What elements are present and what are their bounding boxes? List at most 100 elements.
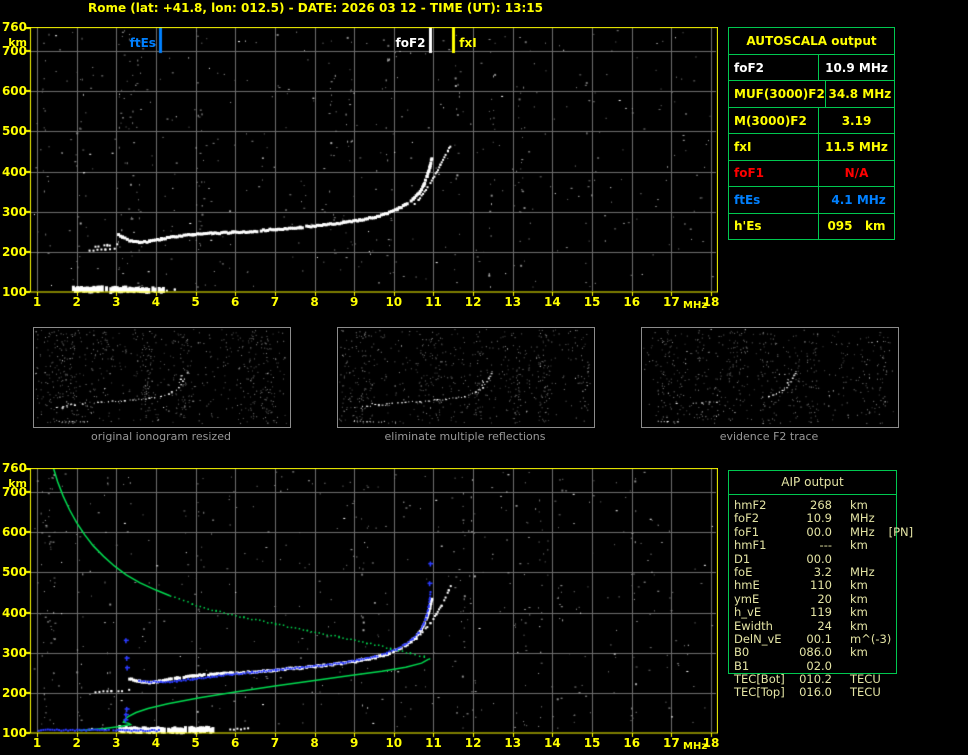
y-axis-tick: 600 xyxy=(1,525,27,540)
y-axis-tick: 200 xyxy=(1,244,27,259)
autoscala-row-value: 4.1 MHz xyxy=(827,192,886,207)
y-axis-tick: 500 xyxy=(1,565,27,580)
aip-row-value: 20 xyxy=(817,591,832,606)
x-axis-tick: 4 xyxy=(151,736,161,750)
page-title: Rome (lat: +41.8, lon: 012.5) - DATE: 20… xyxy=(88,1,543,15)
autoscala-row-value: N/A xyxy=(844,166,869,181)
x-axis-tick: 15 xyxy=(583,736,601,750)
x-axis-tick: 18 xyxy=(702,736,720,750)
aip-panel-title: AIP output xyxy=(729,471,896,495)
aip-row-label: h_vE xyxy=(734,605,762,620)
aip-row: h_vE 119 km xyxy=(734,605,934,620)
aip-row-value: 016.0 xyxy=(799,685,832,700)
x-axis-tick: 6 xyxy=(231,295,240,309)
aip-row: Ewidth 24 km xyxy=(734,618,934,633)
aip-row-label: B0 xyxy=(734,645,750,660)
aip-row-extra: [PN] xyxy=(888,524,914,539)
aip-row-label: B1 xyxy=(734,658,750,673)
aip-row-value: 3.2 xyxy=(813,564,832,579)
y-axis-tick: 760 xyxy=(1,20,27,34)
y-axis-tick: 760 xyxy=(1,461,27,475)
aip-row-value: 010.2 xyxy=(799,672,832,687)
aip-row-label: hmF1 xyxy=(734,538,767,553)
aip-row-value: 119 xyxy=(810,605,832,620)
aip-row-label: DelN_vE xyxy=(734,631,782,646)
aip-row-label: hmF2 xyxy=(734,498,767,512)
x-axis-tick: 2 xyxy=(72,295,81,309)
aip-row-value: 00.0 xyxy=(806,551,832,566)
autoscala-row-label: M(3000)F2 xyxy=(729,107,819,134)
aip-row-value: 086.0 xyxy=(799,645,832,660)
aip-row: DelN_vE 00.1 m^(-3) xyxy=(734,631,934,646)
autoscala-row-label: foF2 xyxy=(729,55,819,81)
aip-row-unit: MHz xyxy=(850,564,875,579)
marker-label-ftEs: ftEs xyxy=(129,36,156,50)
thumbnail-original-canvas xyxy=(34,328,288,425)
aip-row: ymE 20 km xyxy=(734,591,934,606)
autoscala-row: ftEs 4.1 MHz xyxy=(729,187,894,214)
autoscala-row-label: fxI xyxy=(729,134,819,160)
autoscala-row-value: 3.19 xyxy=(841,113,872,128)
autoscala-row: h'Es 095 km xyxy=(729,213,894,239)
y-axis-tick: 200 xyxy=(1,685,27,700)
aip-row-label: ymE xyxy=(734,591,760,606)
autoscala-row: M(3000)F2 3.19 xyxy=(729,107,894,135)
y-axis-tick: 600 xyxy=(1,84,27,99)
y-axis-tick: 700 xyxy=(1,485,27,500)
x-axis-tick: 16 xyxy=(623,736,641,750)
aip-row: B1 02.0 xyxy=(734,658,934,673)
aip-row-unit: km xyxy=(850,538,868,553)
x-axis-tick: 9 xyxy=(349,295,359,309)
x-axis-tick: 11 xyxy=(425,295,442,309)
x-axis-tick: 7 xyxy=(270,295,280,309)
aip-row-unit: km xyxy=(850,578,868,593)
x-axis-tick: 1 xyxy=(32,295,42,309)
aip-row-label: foE xyxy=(734,564,753,579)
autoscala-row-value: 34.8 MHz xyxy=(828,87,892,102)
aip-row-unit: MHz xyxy=(850,511,875,526)
aip-row-unit: km xyxy=(850,591,868,606)
y-axis-tick: 100 xyxy=(1,726,27,740)
x-axis-tick: 7 xyxy=(270,736,280,750)
aip-row-value: 00.0 xyxy=(806,524,832,539)
aip-row-value: --- xyxy=(819,538,832,553)
aip-row-value: 24 xyxy=(817,618,832,633)
bottom-ionogram-canvas xyxy=(26,468,718,738)
x-axis-tick: 10 xyxy=(385,736,403,750)
aip-row-value: 268 xyxy=(810,498,832,512)
autoscala-row-value: 11.5 MHz xyxy=(825,139,888,154)
aip-output-panel: AIP output hmF2 268 km foF2 10.9 MHz foF1 00.0 M… xyxy=(728,470,913,699)
aip-row-value: 10.9 xyxy=(806,511,832,526)
aip-row: TEC[Top] 016.0 TECU xyxy=(734,685,934,700)
autoscala-panel-title: AUTOSCALA output xyxy=(729,28,894,55)
aip-row-label: TEC[Top] xyxy=(734,685,785,700)
autoscala-row: MUF(3000)F2 34.8 MHz xyxy=(729,81,894,108)
y-axis-tick: 300 xyxy=(1,204,27,219)
aip-row: hmE 110 km xyxy=(734,578,934,593)
thumbnail-original-ionogram xyxy=(33,327,291,428)
x-axis-tick: 3 xyxy=(112,295,121,309)
y-axis-tick: 700 xyxy=(1,44,27,59)
autoscala-row: foF1 N/A xyxy=(729,160,894,188)
x-axis-tick: 13 xyxy=(504,295,522,309)
autoscala-output-panel: AUTOSCALA output foF2 10.9 MHz MUF(3000)F2… xyxy=(728,27,895,240)
x-axis-tick: 5 xyxy=(191,736,200,750)
autoscala-row-value: 10.9 MHz xyxy=(825,60,888,75)
aip-row-label: foF2 xyxy=(734,511,760,526)
x-axis-tick: 3 xyxy=(112,736,121,750)
x-axis-tick: 11 xyxy=(425,736,442,750)
x-axis-tick: 8 xyxy=(310,736,319,750)
x-axis-tick: 12 xyxy=(464,295,482,309)
thumbnail-caption-reflections: eliminate multiple reflections xyxy=(384,430,546,443)
top-ionogram-canvas xyxy=(26,27,718,297)
autoscala-row-value: 095 km xyxy=(827,219,886,234)
autoscala-rows: foF2 10.9 MHz MUF(3000)F2 34.8 MHz M(3000)F2… xyxy=(729,55,894,239)
aip-row-value: 02.0 xyxy=(806,658,832,673)
aip-row: foE 3.2 MHz xyxy=(734,564,934,579)
y-axis-tick: 300 xyxy=(1,645,27,660)
aip-row-label: Ewidth xyxy=(734,618,773,633)
aip-row: foF2 10.9 MHz xyxy=(734,511,934,526)
aip-row: foF1 00.0 MHz [PN] xyxy=(734,524,934,539)
aip-row-value: 00.1 xyxy=(806,631,832,646)
x-axis-tick: 16 xyxy=(623,295,641,309)
